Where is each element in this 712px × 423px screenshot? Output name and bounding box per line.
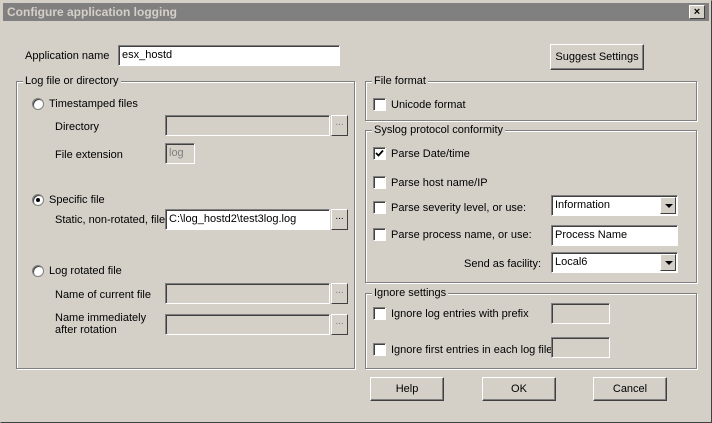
directory-browse-button[interactable]: ...	[331, 115, 348, 136]
parse-host-label: Parse host name/IP	[391, 177, 488, 189]
parse-host-checkbox[interactable]	[373, 176, 386, 189]
parse-date-checkbox[interactable]	[373, 147, 386, 160]
directory-input[interactable]	[165, 115, 330, 136]
after-rotation-browse-button[interactable]: ...	[331, 314, 348, 335]
ignore-settings-group: Ignore settings	[365, 287, 697, 369]
current-file-browse-button[interactable]: ...	[331, 283, 348, 304]
title-bar[interactable]: Configure application logging ×	[3, 3, 709, 21]
log-file-group-title: Log file or directory	[23, 75, 121, 87]
current-file-input[interactable]	[165, 283, 330, 304]
timestamped-files-label: Timestamped files	[49, 98, 138, 110]
ignore-first-entries-input[interactable]	[551, 337, 610, 358]
cancel-button[interactable]: Cancel	[593, 377, 667, 401]
file-extension-label: File extension	[55, 149, 123, 161]
specific-file-radio[interactable]	[32, 194, 44, 206]
parse-process-checkbox[interactable]	[373, 228, 386, 241]
log-rotated-file-label: Log rotated file	[49, 265, 122, 277]
timestamped-files-radio[interactable]	[32, 98, 44, 110]
parse-process-label: Parse process name, or use:	[391, 229, 532, 241]
ignore-prefix-checkbox[interactable]	[373, 307, 386, 320]
application-name-input[interactable]: esx_hostd	[118, 45, 340, 66]
unicode-format-checkbox[interactable]	[373, 98, 386, 111]
ignore-first-entries-checkbox[interactable]	[373, 343, 386, 356]
parse-date-label: Parse Date/time	[391, 148, 470, 160]
ignore-prefix-label: Ignore log entries with prefix	[391, 308, 529, 320]
severity-select[interactable]: Information	[551, 195, 678, 216]
log-rotated-file-radio[interactable]	[32, 265, 44, 277]
suggest-settings-button[interactable]: Suggest Settings	[550, 44, 644, 70]
facility-label: Send as facility:	[464, 258, 542, 270]
checkmark-icon	[375, 149, 384, 157]
static-file-label: Static, non-rotated, file	[55, 214, 166, 226]
ignore-first-entries-label: Ignore first entries in each log file	[391, 344, 553, 356]
application-name-label: Application name	[25, 50, 110, 62]
syslog-group-title: Syslog protocol conformity	[372, 124, 505, 136]
close-button[interactable]: ×	[689, 5, 705, 19]
facility-select[interactable]: Local6	[551, 252, 678, 273]
file-format-group-title: File format	[372, 75, 428, 87]
window-title: Configure application logging	[7, 5, 177, 19]
after-rotation-label-line2: after rotation	[55, 324, 117, 336]
ignore-prefix-input[interactable]	[551, 303, 610, 324]
unicode-format-label: Unicode format	[391, 99, 466, 111]
specific-file-label: Specific file	[49, 194, 105, 206]
static-file-browse-button[interactable]: ...	[331, 209, 348, 230]
file-extension-input[interactable]: log	[165, 143, 195, 164]
chevron-down-icon[interactable]	[660, 197, 676, 214]
configure-logging-dialog: Configure application logging × Applicat…	[0, 0, 712, 423]
facility-value: Local6	[555, 256, 588, 268]
process-name-input[interactable]: Process Name	[551, 225, 678, 246]
after-rotation-input[interactable]	[165, 314, 330, 335]
chevron-down-icon[interactable]	[660, 254, 676, 271]
after-rotation-label-line1: Name immediately	[55, 312, 147, 324]
parse-severity-label: Parse severity level, or use:	[391, 202, 527, 214]
close-icon: ×	[693, 6, 701, 18]
current-file-label: Name of current file	[55, 289, 151, 301]
help-button[interactable]: Help	[370, 377, 444, 401]
severity-value: Information	[555, 199, 611, 211]
ok-button[interactable]: OK	[482, 377, 556, 401]
parse-severity-checkbox[interactable]	[373, 201, 386, 214]
ignore-settings-group-title: Ignore settings	[372, 287, 449, 299]
static-file-input[interactable]: C:\log_hostd2\test3log.log	[165, 209, 330, 230]
directory-label: Directory	[55, 121, 100, 133]
